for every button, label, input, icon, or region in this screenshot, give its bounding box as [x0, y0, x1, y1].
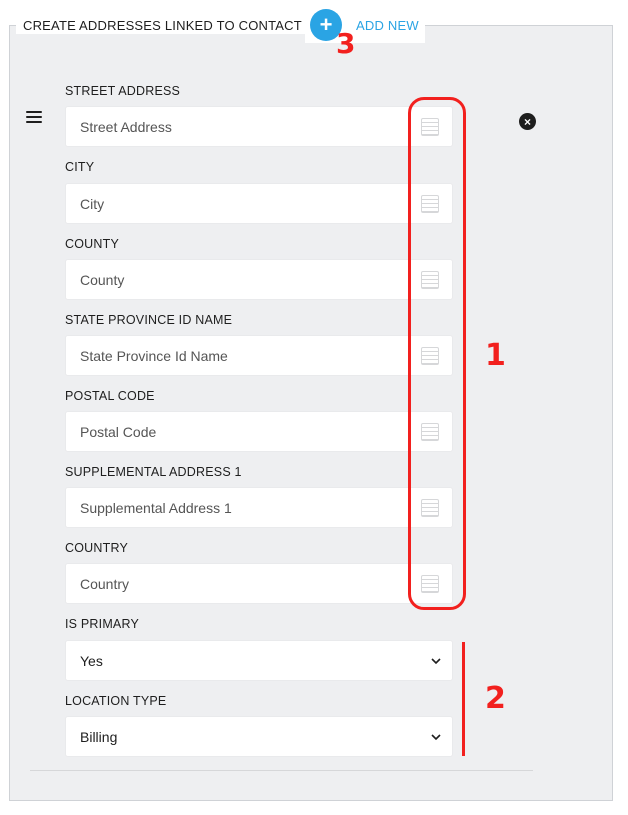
add-new-control[interactable]: + ADD NEW — [305, 7, 425, 43]
state-province-label: STATE PROVINCE ID NAME — [65, 313, 233, 327]
location-type-select[interactable]: Billing — [65, 716, 453, 757]
postal-code-label: POSTAL CODE — [65, 389, 155, 403]
street-address-label: STREET ADDRESS — [65, 84, 181, 98]
annotation-line-2 — [462, 642, 465, 756]
annotation-number-1: 1 — [485, 338, 506, 373]
city-label: CITY — [65, 160, 95, 174]
is-primary-label: IS PRIMARY — [65, 617, 140, 631]
divider — [30, 770, 533, 771]
street-address-input[interactable]: Street Address — [65, 106, 453, 147]
add-new-link[interactable]: ADD NEW — [356, 18, 419, 33]
annotation-number-3: 3 — [336, 27, 356, 60]
location-type-label: LOCATION TYPE — [65, 694, 167, 708]
postal-code-input[interactable]: Postal Code — [65, 411, 453, 452]
drag-handle-icon[interactable] — [26, 111, 42, 123]
county-label: COUNTY — [65, 237, 119, 251]
supplemental-address-input[interactable]: Supplemental Address 1 — [65, 487, 453, 528]
remove-item-icon[interactable]: × — [519, 113, 536, 130]
is-primary-select[interactable]: Yes — [65, 640, 453, 681]
section-legend: CREATE ADDRESSES LINKED TO CONTACT — [16, 16, 308, 34]
state-province-input[interactable]: State Province Id Name — [65, 335, 453, 376]
plus-icon: + — [319, 12, 333, 37]
county-input[interactable]: County — [65, 259, 453, 300]
country-label: COUNTRY — [65, 541, 128, 555]
country-input[interactable]: Country — [65, 563, 453, 604]
annotation-number-2: 2 — [485, 681, 506, 716]
annotation-box-1 — [408, 97, 466, 610]
supplemental-address-label: SUPPLEMENTAL ADDRESS 1 — [65, 465, 242, 479]
chevron-down-icon — [431, 734, 441, 741]
city-input[interactable]: City — [65, 183, 453, 224]
chevron-down-icon — [431, 658, 441, 665]
